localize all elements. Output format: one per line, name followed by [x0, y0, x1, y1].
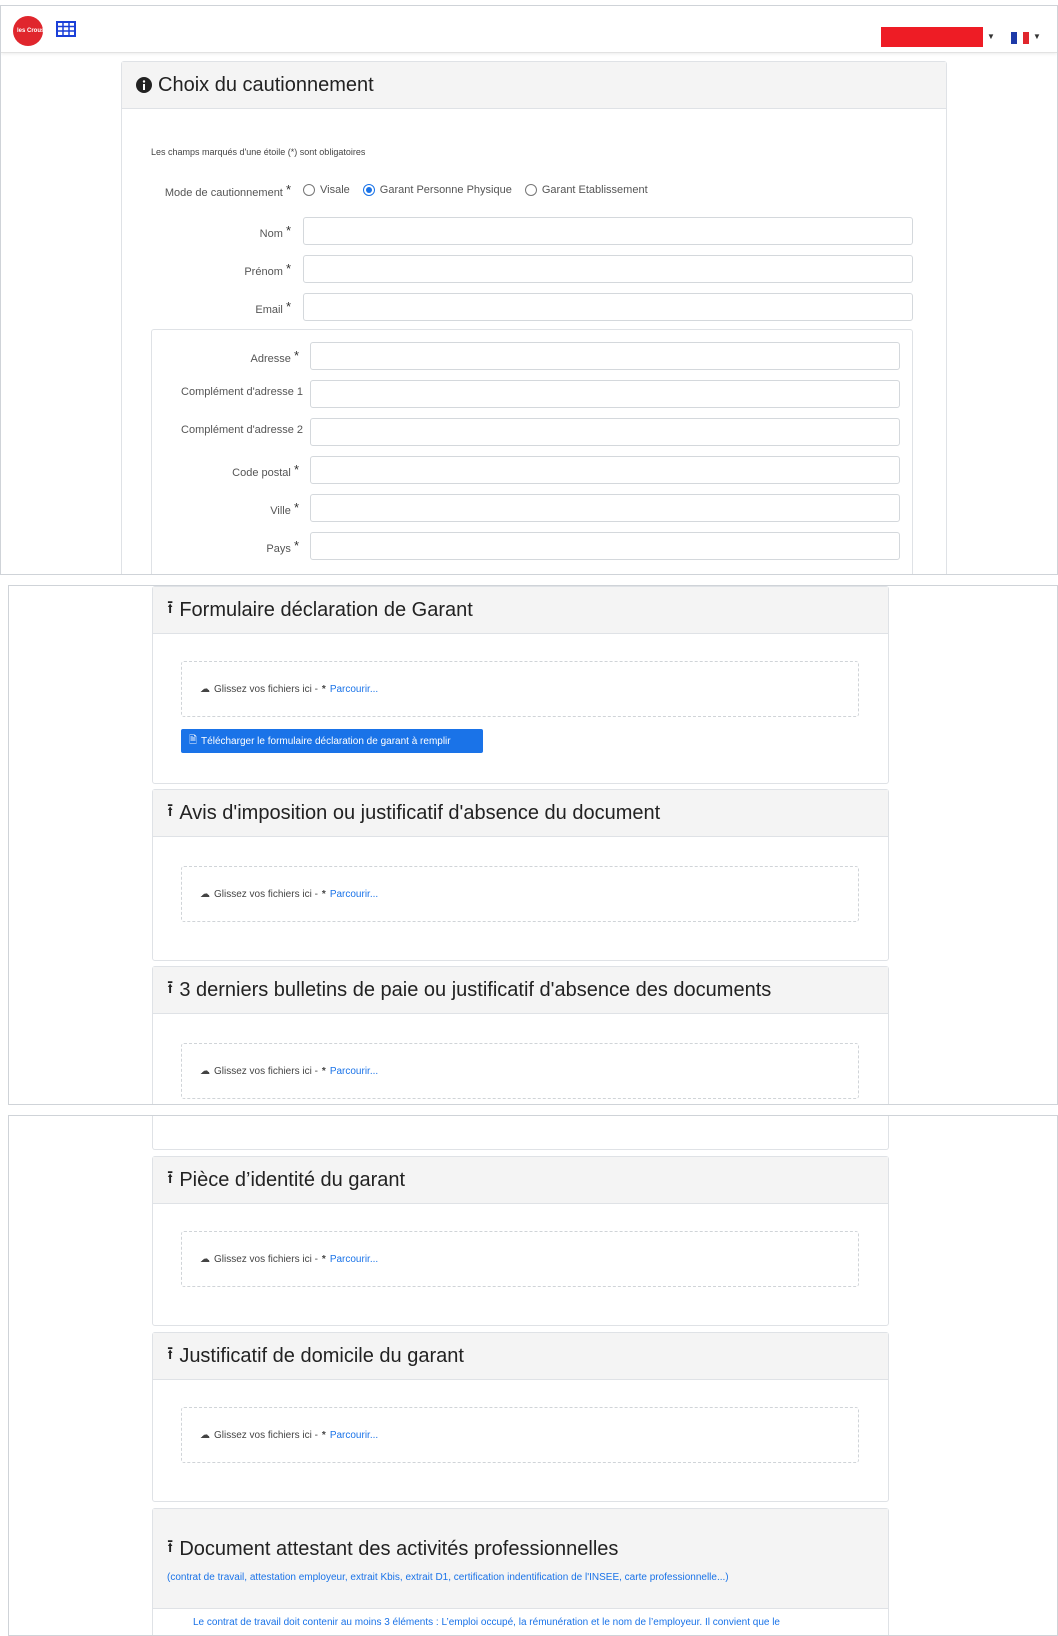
browse-link[interactable]: Parcourir... [330, 684, 378, 695]
radio-garant-personne-physique-label: Garant Personne Physique [379, 184, 512, 196]
pays-label: Pays * [266, 538, 299, 555]
page-title: Choix du cautionnement [158, 73, 374, 96]
bulletins-panel: ⭱ 3 derniers bulletins de paie ou justif… [152, 966, 889, 1104]
cloud-upload-icon: ☁ [200, 1429, 210, 1441]
radio-visale[interactable] [303, 184, 315, 196]
user-menu-caret-icon[interactable]: ▼ [987, 32, 995, 41]
dropzone-text: Glissez vos fichiers ici - [214, 888, 318, 900]
upload-icon: ⭱ [167, 800, 174, 820]
code-postal-input[interactable] [310, 456, 900, 484]
flag-fr-icon[interactable] [1011, 32, 1029, 44]
radio-garant-personne-physique[interactable] [362, 184, 375, 196]
complement1-input[interactable] [310, 380, 900, 408]
avis-title: Avis d'imposition ou justificatif d'abse… [179, 801, 661, 824]
radio-garant-etablissement[interactable] [524, 184, 537, 196]
upload-icon: ⭱ [167, 1167, 174, 1187]
cloud-upload-icon: ☁ [200, 683, 210, 695]
bulletins-title: 3 derniers bulletins de paie ou justific… [179, 978, 772, 1001]
declaration-panel: ⭱ Formulaire déclaration de Garant ☁ Gli… [152, 586, 889, 784]
bulletins-dropzone[interactable]: ☁ Glissez vos fichiers ici - * Parcourir… [181, 1043, 859, 1099]
screenshot-section-3: ⭱ Pièce d’identité du garant ☁ Glissez v… [8, 1115, 1058, 1636]
info-icon [136, 77, 152, 93]
language-caret-icon[interactable]: ▼ [1033, 32, 1041, 41]
mode-label: Mode de cautionnement * [164, 182, 291, 199]
cloud-upload-icon: ☁ [200, 1253, 210, 1265]
crous-logo[interactable]: les Crous [13, 16, 43, 46]
activites-panel: ⭱ Document attestant des activités profe… [152, 1508, 889, 1635]
download-declaration-label: Télécharger le formulaire déclaration de… [201, 735, 451, 747]
prenom-label: Prénom * [244, 261, 291, 278]
required-star: * [321, 1429, 326, 1441]
identite-panel: ⭱ Pièce d’identité du garant ☁ Glissez v… [152, 1156, 889, 1326]
nom-label: Nom * [259, 223, 291, 240]
declaration-title: Formulaire déclaration de Garant [179, 598, 473, 621]
radio-visale-label: Visale [320, 184, 350, 196]
adresse-input[interactable] [310, 342, 900, 370]
browse-link[interactable]: Parcourir... [330, 1066, 378, 1077]
screenshot-section-1: les Crous ▼ ▼ Choix du cautionnement Les… [0, 5, 1058, 575]
cloud-upload-icon: ☁ [200, 1065, 210, 1077]
domicile-dropzone[interactable]: ☁ Glissez vos fichiers ici - * Parcourir… [181, 1407, 859, 1463]
identite-dropzone[interactable]: ☁ Glissez vos fichiers ici - * Parcourir… [181, 1231, 859, 1287]
complement2-label: Complément d'adresse 2 [181, 424, 303, 436]
domicile-title: Justificatif de domicile du garant [179, 1344, 464, 1367]
identite-panel-header: ⭱ Pièce d’identité du garant [153, 1157, 888, 1204]
pays-input[interactable] [310, 532, 900, 560]
required-fields-hint: Les champs marqués d'une étoile (*) sont… [151, 147, 366, 157]
complement2-input[interactable] [310, 418, 900, 446]
upload-icon: ⭱ [167, 1536, 174, 1556]
caution-panel-header: Choix du cautionnement [122, 62, 946, 109]
avis-dropzone[interactable]: ☁ Glissez vos fichiers ici - * Parcourir… [181, 866, 859, 922]
dropzone-text: Glissez vos fichiers ici - [214, 1429, 318, 1441]
adresse-label: Adresse * [250, 348, 299, 365]
cloud-upload-icon: ☁ [200, 888, 210, 900]
activites-panel-header: ⭱ Document attestant des activités profe… [153, 1509, 888, 1609]
domicile-panel-header: ⭱ Justificatif de domicile du garant [153, 1333, 888, 1380]
dropzone-text: Glissez vos fichiers ici - [214, 1065, 318, 1077]
prenom-input[interactable] [303, 255, 913, 283]
browse-link[interactable]: Parcourir... [330, 1254, 378, 1265]
dropzone-text: Glissez vos fichiers ici - [214, 1253, 318, 1265]
activites-subtitle: (contrat de travail, attestation employe… [167, 1572, 729, 1583]
browse-link[interactable]: Parcourir... [330, 1430, 378, 1441]
declaration-panel-header: ⭱ Formulaire déclaration de Garant [153, 587, 888, 634]
avis-panel-header: ⭱ Avis d'imposition ou justificatif d'ab… [153, 790, 888, 837]
ville-input[interactable] [310, 494, 900, 522]
upload-icon: ⭱ [167, 597, 174, 617]
grid-icon[interactable] [56, 21, 76, 37]
upload-icon: ⭱ [167, 1343, 174, 1363]
pdf-file-icon: 🗎 [189, 734, 198, 746]
declaration-dropzone[interactable]: ☁ Glissez vos fichiers ici - * Parcourir… [181, 661, 859, 717]
browse-link[interactable]: Parcourir... [330, 889, 378, 900]
activites-title: Document attestant des activités profess… [179, 1537, 619, 1560]
previous-panel-bottom [152, 1116, 889, 1150]
radio-garant-etablissement-label: Garant Etablissement [541, 184, 648, 196]
required-star: * [321, 683, 326, 695]
upload-icon: ⭱ [167, 977, 174, 997]
download-declaration-button[interactable]: 🗎 Télécharger le formulaire déclaration … [181, 729, 483, 753]
identite-title: Pièce d’identité du garant [179, 1168, 406, 1191]
bulletins-panel-header: ⭱ 3 derniers bulletins de paie ou justif… [153, 967, 888, 1014]
email-input[interactable] [303, 293, 913, 321]
ville-label: Ville * [270, 500, 299, 517]
user-menu-redacted[interactable] [881, 27, 983, 47]
top-navbar: les Crous ▼ ▼ [1, 6, 1057, 53]
required-star: * [321, 1065, 326, 1077]
avis-panel: ⭱ Avis d'imposition ou justificatif d'ab… [152, 789, 889, 961]
activites-body-text: Le contrat de travail doit contenir au m… [193, 1617, 780, 1628]
complement1-label: Complément d'adresse 1 [181, 386, 303, 398]
nom-input[interactable] [303, 217, 913, 245]
domicile-panel: ⭱ Justificatif de domicile du garant ☁ G… [152, 1332, 889, 1502]
screenshot-section-2: ⭱ Formulaire déclaration de Garant ☁ Gli… [8, 585, 1058, 1105]
mode-radio-group: Visale Garant Personne Physique Garant E… [303, 184, 648, 196]
email-label: Email * [255, 299, 291, 316]
required-star: * [321, 1253, 326, 1265]
dropzone-text: Glissez vos fichiers ici - [214, 683, 318, 695]
code-postal-label: Code postal * [232, 462, 299, 479]
required-star: * [321, 888, 326, 900]
